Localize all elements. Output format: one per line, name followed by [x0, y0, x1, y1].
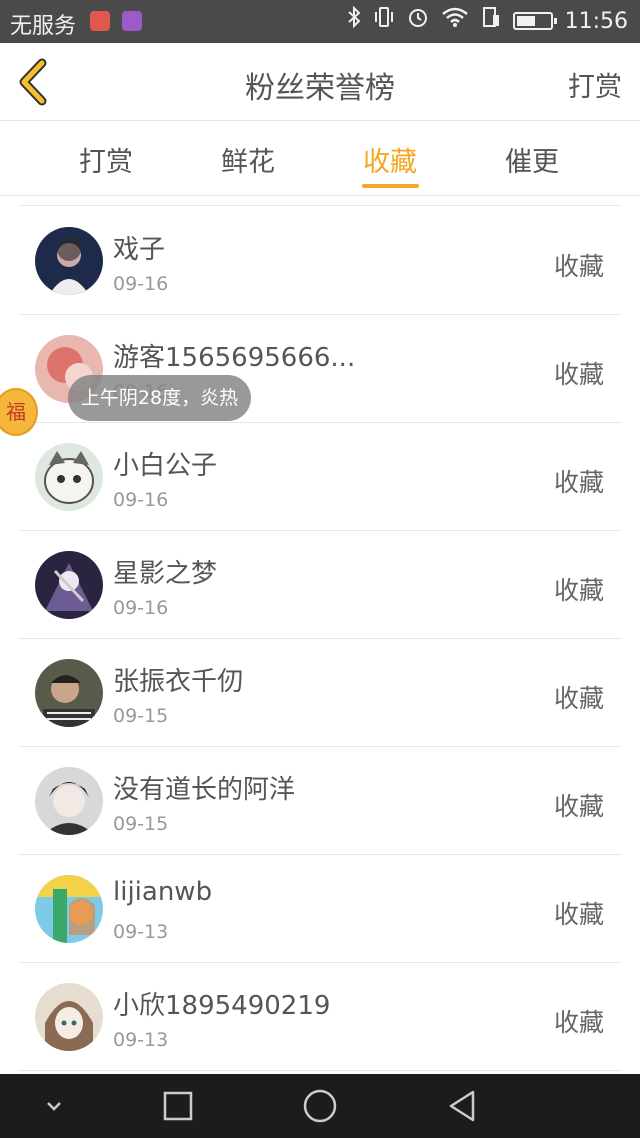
- carrier-label: 无服务: [10, 14, 77, 39]
- user-name: 星影之梦: [113, 559, 218, 589]
- list-item[interactable]: 小欣1895490219 09-13 收藏: [18, 963, 622, 1071]
- list-item[interactable]: 张振衣千仞 09-15 收藏: [18, 639, 622, 747]
- battery-icon: [512, 12, 557, 30]
- recent-apps-icon[interactable]: [148, 1082, 208, 1130]
- header: 粉丝荣誉榜 打赏: [0, 43, 640, 121]
- user-name: 张振衣千仞: [113, 667, 244, 697]
- page-title: 粉丝荣誉榜: [245, 71, 395, 106]
- list-item[interactable]: 戏子 09-16 收藏: [18, 207, 622, 315]
- favorite-label: 收藏: [553, 252, 604, 281]
- list-item[interactable]: 星影之梦 09-16 收藏: [18, 531, 622, 639]
- bluetooth-icon: [347, 5, 361, 36]
- avatar[interactable]: [35, 983, 103, 1051]
- reward-button[interactable]: 打赏: [568, 65, 622, 104]
- fan-list: 戏子 09-16 收藏 游客1565695666... 09-16 收藏 小白公…: [0, 205, 640, 1075]
- vibrate-icon: [373, 6, 395, 36]
- favorite-label: 收藏: [553, 360, 604, 389]
- favorite-label: 收藏: [553, 792, 604, 821]
- avatar[interactable]: [35, 659, 103, 727]
- avatar[interactable]: [35, 551, 103, 619]
- wifi-icon: [441, 6, 469, 36]
- user-name: 没有道长的阿洋: [113, 775, 296, 805]
- date: 09-13: [113, 921, 169, 943]
- active-tab-indicator: [362, 184, 419, 188]
- system-nav-bar: [0, 1074, 640, 1138]
- date: 09-16: [113, 273, 169, 295]
- status-icons: 11:56: [347, 5, 628, 36]
- date: 09-13: [113, 1029, 169, 1051]
- status-bar: 无服务 11:56: [0, 0, 640, 43]
- user-name: 游客1565695666...: [113, 343, 356, 373]
- alarm-icon: [407, 6, 429, 36]
- favorite-label: 收藏: [553, 684, 604, 713]
- favorite-label: 收藏: [553, 576, 604, 605]
- user-name: 小欣1895490219: [113, 991, 331, 1021]
- sim-icon: [481, 6, 501, 36]
- tab-flowers[interactable]: 鲜花: [198, 140, 298, 179]
- gallery-app-icon: [122, 11, 142, 31]
- list-item[interactable]: lijianwb 09-13 收藏: [18, 855, 622, 963]
- user-name: 小白公子: [113, 451, 218, 481]
- mail-app-icon: [90, 11, 110, 31]
- divider: [18, 205, 622, 206]
- home-icon[interactable]: [290, 1082, 350, 1130]
- list-item[interactable]: 没有道长的阿洋 09-15 收藏: [18, 747, 622, 855]
- tab-reward[interactable]: 打赏: [56, 140, 156, 179]
- tab-urge[interactable]: 催更: [482, 140, 582, 179]
- collapse-icon[interactable]: [24, 1082, 84, 1130]
- user-name: 戏子: [113, 235, 166, 265]
- weather-toast: 上午阴28度，炎热: [68, 375, 251, 421]
- clock: 11:56: [564, 8, 628, 34]
- tab-favorites[interactable]: 收藏: [340, 140, 440, 179]
- user-name: lijianwb: [113, 877, 213, 907]
- date: 09-15: [113, 705, 169, 727]
- avatar[interactable]: [35, 443, 103, 511]
- back-icon[interactable]: [432, 1082, 492, 1130]
- avatar[interactable]: [35, 875, 103, 943]
- favorite-label: 收藏: [553, 1008, 604, 1037]
- date: 09-15: [113, 813, 169, 835]
- favorite-label: 收藏: [553, 900, 604, 929]
- date: 09-16: [113, 597, 169, 619]
- tab-bar: 打赏 鲜花 收藏 催更: [0, 122, 640, 196]
- avatar[interactable]: [35, 767, 103, 835]
- avatar[interactable]: [35, 227, 103, 295]
- date: 09-16: [113, 489, 169, 511]
- list-item[interactable]: 小白公子 09-16 收藏: [18, 423, 622, 531]
- favorite-label: 收藏: [553, 468, 604, 497]
